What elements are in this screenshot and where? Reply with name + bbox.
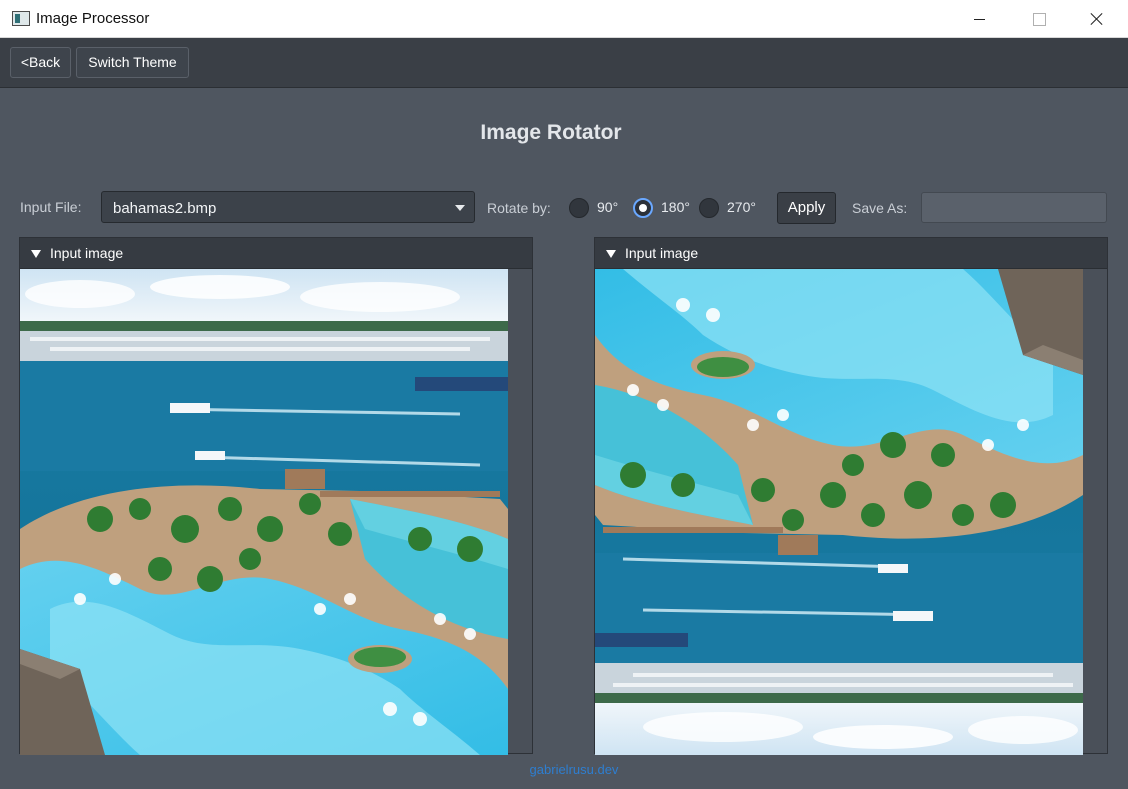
rotate-270-radio[interactable] xyxy=(699,198,719,218)
save-as-input[interactable] xyxy=(921,192,1107,223)
rotate-180-label[interactable]: 180° xyxy=(661,199,690,215)
rotate-by-label: Rotate by: xyxy=(487,200,551,216)
window-title: Image Processor xyxy=(36,10,150,27)
input-file-label: Input File: xyxy=(20,199,82,215)
input-file-select[interactable]: bahamas2.bmp xyxy=(101,191,475,223)
footer-link[interactable]: gabrielrusu.dev xyxy=(0,762,1128,777)
output-image-panel: Input image xyxy=(594,237,1108,755)
input-image-panel: Input image xyxy=(19,237,533,755)
toolbar: <Back Switch Theme xyxy=(0,38,1128,88)
apply-button[interactable]: Apply xyxy=(777,192,836,224)
close-button[interactable] xyxy=(1068,0,1126,38)
input-image-preview xyxy=(20,269,508,755)
maximize-button[interactable] xyxy=(1009,0,1067,38)
rotated-image-preview xyxy=(595,269,1083,755)
switch-theme-button[interactable]: Switch Theme xyxy=(76,47,189,78)
rotate-90-radio[interactable] xyxy=(569,198,589,218)
window-title-bar: Image Processor xyxy=(0,0,1128,38)
rotate-180-radio[interactable] xyxy=(633,198,653,218)
app-icon xyxy=(12,11,30,26)
input-image-panel-header[interactable]: Input image xyxy=(20,238,532,269)
main-content: Image Rotator Input File: bahamas2.bmp R… xyxy=(0,88,1128,789)
input-image-panel-title: Input image xyxy=(50,245,124,261)
output-image-panel-header[interactable]: Input image xyxy=(595,238,1107,269)
rotate-90-label[interactable]: 90° xyxy=(597,199,618,215)
collapse-triangle-icon[interactable] xyxy=(606,250,616,258)
save-as-label: Save As: xyxy=(852,200,908,216)
collapse-triangle-icon[interactable] xyxy=(31,250,41,258)
minimize-button[interactable] xyxy=(950,0,1008,38)
page-title: Image Rotator xyxy=(480,121,622,144)
input-file-value: bahamas2.bmp xyxy=(113,200,217,217)
chevron-down-icon xyxy=(455,205,465,211)
back-button[interactable]: <Back xyxy=(10,47,71,78)
rotate-270-label[interactable]: 270° xyxy=(727,199,756,215)
output-image-panel-title: Input image xyxy=(625,245,699,261)
